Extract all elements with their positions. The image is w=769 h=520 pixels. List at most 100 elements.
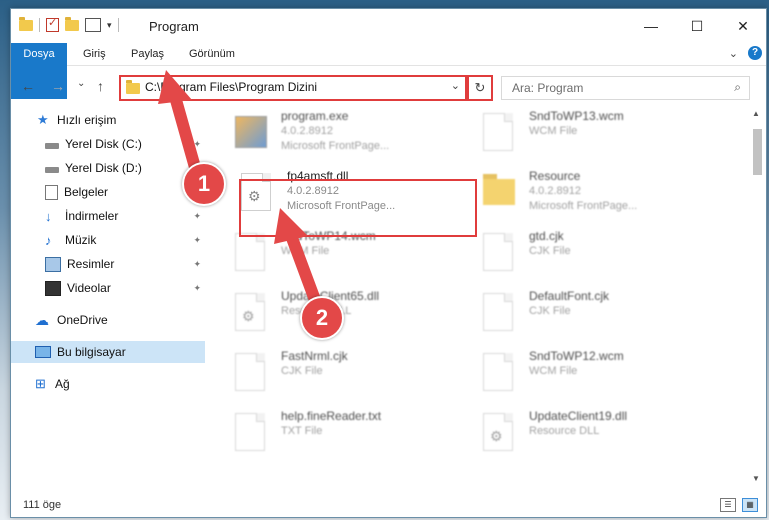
tab-view[interactable]: Görünüm <box>189 43 235 65</box>
sidebar-item-documents[interactable]: Belgeler ✦ <box>11 181 205 203</box>
sidebar-item-network[interactable]: ⊞ Ağ <box>11 373 205 395</box>
sidebar-item-label: Hızlı erişim <box>57 113 117 127</box>
pin-icon[interactable]: ✦ <box>193 259 201 270</box>
sidebar-item-label: Bu bilgisayar <box>57 345 126 359</box>
file-name: DefaultFont.cjk <box>529 289 610 303</box>
file-icon <box>235 353 265 391</box>
folder-icon[interactable] <box>19 16 33 31</box>
file-name: Resource <box>529 169 581 183</box>
divider <box>117 18 119 32</box>
sidebar-item-label: İndirmeler <box>65 209 119 223</box>
file-item[interactable]: program.exe 4.0.2.8912 Microsoft FrontPa… <box>215 105 455 161</box>
help-icon[interactable]: ? <box>748 46 762 60</box>
sidebar-item-disk-d[interactable]: Yerel Disk (D:) ✦ <box>11 157 205 179</box>
sidebar-item-videos[interactable]: Videolar ✦ <box>11 277 205 299</box>
tab-home[interactable]: Giriş <box>83 43 106 65</box>
properties-check-icon[interactable] <box>46 16 59 32</box>
file-name: FastNrml.cjk <box>281 349 348 363</box>
navigation-bar: ← → ⌄ ↑ C:\Program Files\Program Dizini … <box>11 66 766 106</box>
tab-share[interactable]: Paylaş <box>131 43 164 65</box>
file-name: SndToWP13.wcm <box>529 109 624 123</box>
file-description: Microsoft FrontPage... <box>281 140 390 152</box>
exe-icon <box>235 113 267 151</box>
file-type: TXT File <box>281 425 323 437</box>
scroll-up-icon[interactable]: ▲ <box>752 109 760 118</box>
file-icon <box>235 413 265 451</box>
file-type: CJK File <box>281 365 323 377</box>
pin-icon[interactable]: ✦ <box>193 139 201 150</box>
file-version: 4.0.2.8912 <box>281 125 333 137</box>
file-item[interactable]: FastNrml.cjk CJK File <box>215 345 455 401</box>
new-folder-icon[interactable] <box>65 16 79 31</box>
customize-qat-icon[interactable]: ▾ <box>107 20 112 31</box>
view-buttons: ☰ ▦ <box>720 498 758 512</box>
sidebar-item-music[interactable]: ♪ Müzik ✦ <box>11 229 205 251</box>
up-arrow-icon[interactable]: ↑ <box>97 78 104 94</box>
sidebar-item-this-pc[interactable]: Bu bilgisayar <box>11 341 205 363</box>
step-badge-1: 1 <box>182 162 226 206</box>
folder-icon <box>126 80 140 94</box>
address-bar[interactable]: C:\Program Files\Program Dizini ⌄ <box>119 75 467 101</box>
documents-icon <box>45 184 58 200</box>
vertical-scrollbar[interactable]: ▲ ▼ <box>750 105 764 487</box>
onedrive-icon: ☁ <box>35 311 49 328</box>
computer-icon <box>35 346 51 358</box>
sidebar-item-downloads[interactable]: ↓ İndirmeler ✦ <box>11 205 205 227</box>
divider <box>39 18 40 32</box>
details-view-icon[interactable]: ☰ <box>720 498 736 512</box>
minimize-button[interactable]: — <box>628 9 674 43</box>
file-item[interactable]: SndToWP13.wcm WCM File <box>463 105 703 161</box>
search-input[interactable]: Ara: Program ⌕ <box>501 76 750 100</box>
file-description: Microsoft FrontPage... <box>529 200 638 212</box>
sidebar-item-label: Videolar <box>67 281 111 295</box>
tiles-view-icon[interactable]: ▦ <box>742 498 758 512</box>
step-badge-2: 2 <box>300 296 344 340</box>
sidebar-item-quick-access[interactable]: ★ Hızlı erişim <box>11 109 205 131</box>
close-button[interactable]: ✕ <box>720 9 766 43</box>
address-path[interactable]: C:\Program Files\Program Dizini <box>145 80 317 94</box>
file-name: program.exe <box>281 109 349 123</box>
ribbon-tabs: Dosya Giriş Paylaş Görünüm ⌄ ? <box>11 43 766 99</box>
recent-locations-icon[interactable]: ⌄ <box>77 78 85 89</box>
refresh-button[interactable]: ↻ <box>467 75 493 101</box>
maximize-button[interactable]: ☐ <box>674 9 720 43</box>
file-item[interactable]: ⚙ UpdateClient19.dll Resource DLL <box>463 405 703 461</box>
back-arrow-icon[interactable]: ← <box>21 78 35 94</box>
view-properties-icon[interactable] <box>85 18 101 32</box>
sidebar-item-label: Resimler <box>67 257 115 271</box>
file-item[interactable]: SndToWP12.wcm WCM File <box>463 345 703 401</box>
file-icon <box>235 233 265 271</box>
explorer-window: ▾ Program — ☐ ✕ Dosya Giriş Paylaş Görün… <box>10 8 767 518</box>
sidebar-item-pictures[interactable]: Resimler ✦ <box>11 253 205 275</box>
file-name: UpdateClient19.dll <box>529 409 628 423</box>
file-item[interactable]: DefaultFont.cjk CJK File <box>463 285 703 341</box>
network-icon: ⊞ <box>35 376 46 391</box>
pictures-icon <box>45 256 61 272</box>
file-item[interactable]: gtd.cjk CJK File <box>463 225 703 281</box>
file-type: WCM File <box>529 125 578 137</box>
address-dropdown-icon[interactable]: ⌄ <box>451 79 460 92</box>
pin-icon[interactable]: ✦ <box>193 283 201 294</box>
quick-access-toolbar: ▾ <box>19 16 119 32</box>
selected-file-highlight <box>239 179 477 237</box>
search-placeholder: Ara: Program <box>512 81 584 95</box>
file-type: WCM File <box>529 365 578 377</box>
scroll-thumb[interactable] <box>753 129 762 175</box>
sidebar-item-label: Müzik <box>65 233 97 247</box>
forward-arrow-icon[interactable]: → <box>51 78 65 94</box>
sidebar-item-disk-c[interactable]: Yerel Disk (C:) ✦ <box>11 133 205 155</box>
navigation-pane: ★ Hızlı erişim Yerel Disk (C:) ✦ Yerel D… <box>11 105 205 487</box>
file-icon <box>483 293 513 331</box>
sidebar-item-onedrive[interactable]: ☁ OneDrive <box>11 309 205 331</box>
folder-item[interactable]: Resource 4.0.2.8912 Microsoft FrontPage.… <box>463 165 703 221</box>
scroll-down-icon[interactable]: ▼ <box>752 474 760 483</box>
file-item[interactable]: help.fineReader.txt TXT File <box>215 405 455 461</box>
sidebar-item-label: OneDrive <box>57 313 108 327</box>
file-type: CJK File <box>529 305 571 317</box>
expand-ribbon-icon[interactable]: ⌄ <box>729 47 738 60</box>
pin-icon[interactable]: ✦ <box>193 211 201 222</box>
ribbon-right-controls: ⌄ ? <box>729 46 762 60</box>
window-controls: — ☐ ✕ <box>628 9 766 43</box>
search-icon[interactable]: ⌕ <box>734 80 741 95</box>
pin-icon[interactable]: ✦ <box>193 235 201 246</box>
